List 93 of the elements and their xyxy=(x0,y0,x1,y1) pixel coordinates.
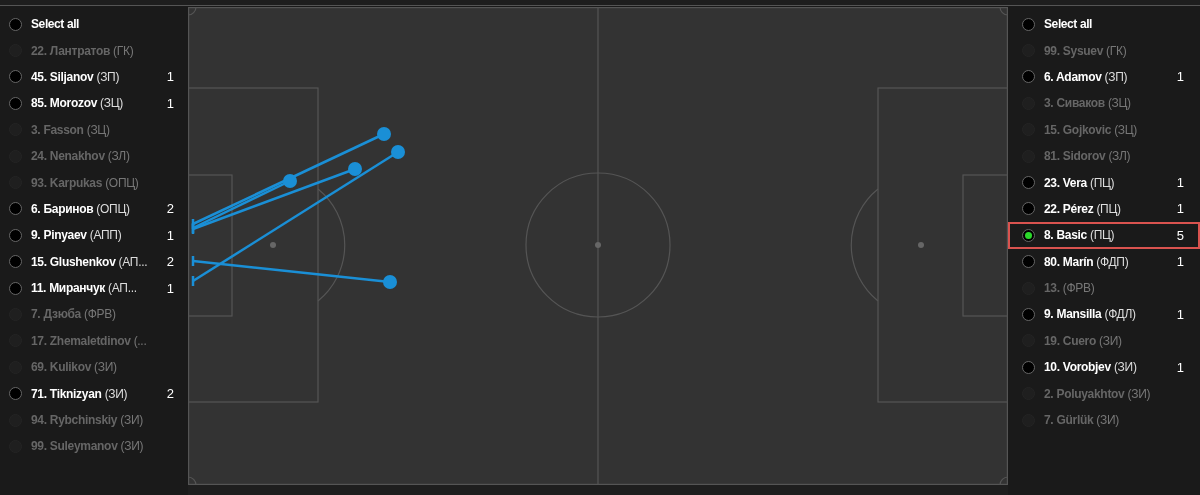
player-label[interactable]: 93. Karpukas (ОПЦ) xyxy=(31,175,174,190)
player-radio[interactable] xyxy=(1022,202,1035,216)
player-row[interactable]: 15. Gojkovic (ЗЦ) xyxy=(1008,116,1200,143)
player-row[interactable]: 8. Basic (ПЦ) 5 xyxy=(1008,222,1200,249)
player-row[interactable]: 2. Poluyakhtov (ЗИ) xyxy=(1008,380,1200,407)
player-label[interactable]: 9. Mansilla (ФДЛ) xyxy=(1044,307,1177,322)
player-label[interactable]: 7. Gürlük (ЗИ) xyxy=(1044,413,1184,428)
select-all-radio[interactable] xyxy=(9,17,22,31)
pass-count: 1 xyxy=(1176,175,1184,191)
player-row[interactable]: 45. Siljanov (ЗП) 1 xyxy=(0,63,188,91)
pass-count: 2 xyxy=(166,386,174,402)
pass-count: 2 xyxy=(166,201,174,217)
player-label[interactable]: 19. Cuero (ЗИ) xyxy=(1044,333,1184,348)
player-row[interactable]: 99. Sysuev (ГК) xyxy=(1008,37,1200,64)
player-radio[interactable] xyxy=(1022,70,1035,84)
select-all-label[interactable]: Select all xyxy=(1044,17,1093,32)
player-radio[interactable] xyxy=(9,281,22,295)
player-row[interactable]: 9. Mansilla (ФДЛ) 1 xyxy=(1008,301,1200,328)
player-row[interactable]: 6. Баринов (ОПЦ) 2 xyxy=(0,195,188,223)
player-radio[interactable] xyxy=(1022,176,1035,190)
pass-count: 1 xyxy=(166,95,174,111)
player-row[interactable]: 23. Vera (ПЦ) 1 xyxy=(1008,169,1200,196)
player-row[interactable]: 99. Suleymanov (ЗИ) xyxy=(0,433,188,460)
pass-count: 2 xyxy=(166,254,174,270)
player-label[interactable]: 6. Adamov (ЗП) xyxy=(1044,69,1177,84)
player-label[interactable]: 7. Дзюба (ФРВ) xyxy=(31,307,174,322)
player-radio[interactable] xyxy=(9,96,22,110)
player-label[interactable]: 99. Suleymanov (ЗИ) xyxy=(31,439,174,454)
player-radio[interactable] xyxy=(1022,360,1035,374)
player-label[interactable]: 10. Vorobjev (ЗИ) xyxy=(1044,360,1177,375)
player-row[interactable]: 3. Сиваков (ЗЦ) xyxy=(1008,90,1200,117)
player-label[interactable]: 69. Kulikov (ЗИ) xyxy=(31,360,174,375)
player-row[interactable]: 22. Pérez (ПЦ) 1 xyxy=(1008,195,1200,223)
player-label[interactable]: 8. Basic (ПЦ) xyxy=(1044,228,1177,243)
player-row[interactable]: 93. Karpukas (ОПЦ) xyxy=(0,169,188,196)
player-row[interactable]: 6. Adamov (ЗП) 1 xyxy=(1008,63,1200,91)
player-label[interactable]: 81. Sidorov (ЗЛ) xyxy=(1044,149,1184,164)
pass-count: 1 xyxy=(1176,359,1184,375)
player-label[interactable]: 45. Siljanov (ЗП) xyxy=(31,69,167,84)
player-radio[interactable] xyxy=(9,202,22,216)
player-label[interactable]: 11. Миранчук (АП... xyxy=(31,281,167,296)
player-row[interactable]: 81. Sidorov (ЗЛ) xyxy=(1008,142,1200,170)
player-label[interactable]: 3. Fasson (ЗЦ) xyxy=(31,122,174,137)
pass-count: 1 xyxy=(166,69,174,85)
player-label[interactable]: 15. Gojkovic (ЗЦ) xyxy=(1044,122,1184,137)
player-row[interactable]: 22. Лантратов (ГК) xyxy=(0,37,188,64)
player-row[interactable]: 9. Pinyaev (АПП) 1 xyxy=(0,222,188,249)
player-row[interactable]: 69. Kulikov (ЗИ) xyxy=(0,354,188,381)
player-radio[interactable] xyxy=(1022,255,1035,269)
player-radio[interactable] xyxy=(9,228,22,242)
pass-count: 1 xyxy=(1176,254,1184,270)
player-label[interactable]: 3. Сиваков (ЗЦ) xyxy=(1044,96,1184,111)
player-row[interactable]: 15. Glushenkov (АП... 2 xyxy=(0,248,188,275)
player-row[interactable]: 85. Morozov (ЗЦ) 1 xyxy=(0,90,188,117)
player-row[interactable]: 80. Marín (ФДП) 1 xyxy=(1008,248,1200,275)
player-label[interactable]: 13. (ФРВ) xyxy=(1044,281,1184,296)
player-label[interactable]: 23. Vera (ПЦ) xyxy=(1044,175,1177,190)
pass-count: 1 xyxy=(166,280,174,296)
pass-count: 1 xyxy=(1176,69,1184,85)
pass-count: 5 xyxy=(1176,227,1184,243)
player-row[interactable]: 17. Zhemaletdinov (... xyxy=(0,327,188,355)
player-label[interactable]: 94. Rybchinskiy (ЗИ) xyxy=(31,413,174,428)
player-label[interactable]: 2. Poluyakhtov (ЗИ) xyxy=(1044,386,1184,401)
player-row[interactable]: 11. Миранчук (АП... 1 xyxy=(0,274,188,302)
player-row[interactable]: 71. Tiknizyan (ЗИ) 2 xyxy=(0,380,188,407)
player-row[interactable]: 7. Дзюба (ФРВ) xyxy=(0,301,188,328)
pass-count: 1 xyxy=(1176,307,1184,322)
player-row[interactable]: 24. Nenakhov (ЗЛ) xyxy=(0,142,188,170)
player-row[interactable]: 19. Cuero (ЗИ) xyxy=(1008,327,1200,355)
player-label[interactable]: 15. Glushenkov (АП... xyxy=(31,254,167,269)
player-label[interactable]: 80. Marín (ФДП) xyxy=(1044,254,1177,269)
player-label[interactable]: 71. Tiknizyan (ЗИ) xyxy=(31,386,167,401)
player-row[interactable]: 94. Rybchinskiy (ЗИ) xyxy=(0,406,188,434)
player-label[interactable]: 9. Pinyaev (АПП) xyxy=(31,228,167,243)
player-row[interactable]: 13. (ФРВ) xyxy=(1008,274,1200,302)
player-row[interactable]: 7. Gürlük (ЗИ) xyxy=(1008,406,1200,434)
pass-count: 1 xyxy=(1176,201,1184,217)
pass-count: 1 xyxy=(166,227,174,243)
player-radio[interactable] xyxy=(9,70,22,84)
player-label[interactable]: 24. Nenakhov (ЗЛ) xyxy=(31,149,174,164)
select-all-label[interactable]: Select all xyxy=(31,17,80,32)
player-label[interactable]: 17. Zhemaletdinov (... xyxy=(31,333,174,348)
player-label[interactable]: 85. Morozov (ЗЦ) xyxy=(31,96,167,111)
select-all-radio[interactable] xyxy=(1022,17,1035,31)
player-label[interactable]: 99. Sysuev (ГК) xyxy=(1044,43,1184,58)
player-radio[interactable] xyxy=(9,255,22,269)
player-radio[interactable] xyxy=(1022,308,1035,321)
player-radio[interactable] xyxy=(9,387,22,401)
player-row[interactable]: 10. Vorobjev (ЗИ) 1 xyxy=(1008,354,1200,381)
player-label[interactable]: 6. Баринов (ОПЦ) xyxy=(31,201,167,216)
player-label[interactable]: 22. Pérez (ПЦ) xyxy=(1044,201,1177,216)
player-row[interactable]: 3. Fasson (ЗЦ) xyxy=(0,116,188,143)
player-label[interactable]: 22. Лантратов (ГК) xyxy=(31,43,174,58)
